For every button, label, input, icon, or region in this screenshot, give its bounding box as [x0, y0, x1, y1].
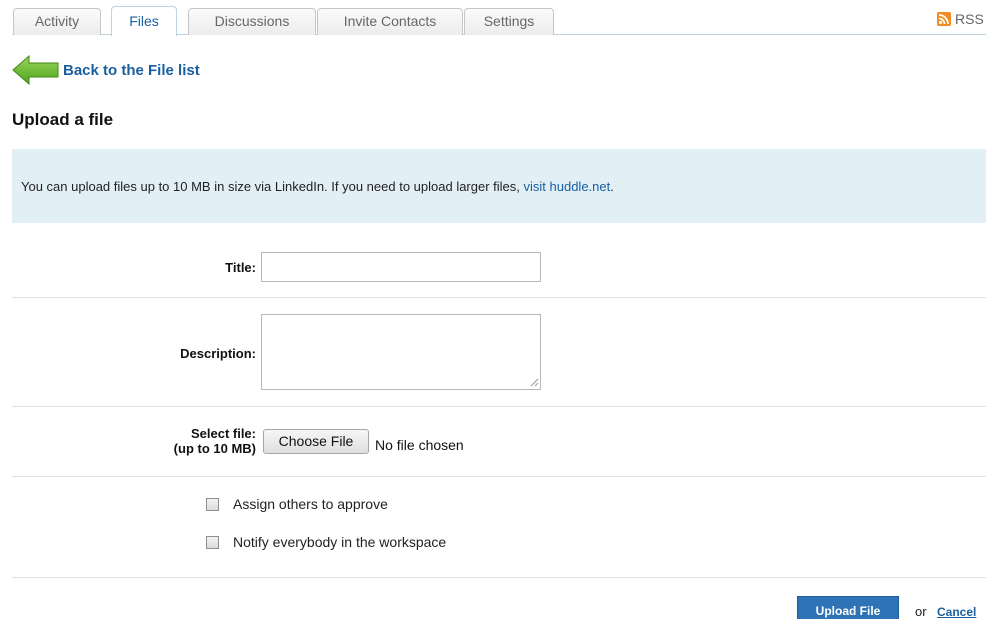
tab-bar: Activity Files Discussions Invite Contac… — [12, 0, 986, 36]
back-link-label: Back to the File list — [63, 61, 200, 79]
info-banner: You can upload files up to 10 MB in size… — [12, 149, 986, 223]
divider — [12, 577, 986, 578]
back-to-file-list-link[interactable]: Back to the File list — [12, 55, 200, 85]
choose-file-button[interactable]: Choose File — [263, 429, 369, 454]
assign-approve-option[interactable]: Assign others to approve — [206, 496, 388, 512]
description-textarea[interactable] — [261, 314, 541, 390]
rss-link[interactable]: RSS — [937, 11, 984, 27]
assign-approve-label: Assign others to approve — [233, 496, 388, 512]
select-file-label-line2: (up to 10 MB) — [173, 441, 256, 456]
title-input[interactable] — [261, 252, 541, 282]
tab-invite-contacts[interactable]: Invite Contacts — [317, 8, 463, 35]
divider — [12, 406, 986, 407]
notify-everybody-option[interactable]: Notify everybody in the workspace — [206, 534, 446, 550]
select-file-label-line1: Select file: — [190, 426, 256, 441]
info-suffix: . — [610, 178, 614, 194]
divider — [12, 297, 986, 298]
assign-approve-checkbox[interactable] — [206, 497, 219, 511]
tab-files[interactable]: Files — [111, 6, 177, 36]
tab-discussions[interactable]: Discussions — [188, 8, 316, 35]
visit-huddle-link[interactable]: visit huddle.net — [524, 179, 611, 194]
select-file-label: Select file: (up to 10 MB) — [140, 426, 256, 456]
title-label: Title: — [225, 260, 256, 275]
file-status-text: No file chosen — [375, 437, 464, 453]
page-title: Upload a file — [12, 110, 114, 129]
cancel-link[interactable]: Cancel — [937, 605, 976, 619]
rss-icon — [937, 12, 951, 26]
divider — [12, 476, 986, 477]
description-label: Description: — [180, 346, 256, 361]
tab-settings[interactable]: Settings — [464, 8, 554, 35]
info-text: You can upload files up to 10 MB in size… — [21, 179, 614, 194]
notify-everybody-checkbox[interactable] — [206, 535, 219, 549]
rss-label: RSS — [955, 11, 984, 27]
info-message: You can upload files up to 10 MB in size… — [21, 178, 524, 194]
resize-grip-icon[interactable] — [529, 377, 539, 387]
upload-file-button[interactable]: Upload File — [797, 596, 899, 619]
or-text: or — [915, 604, 927, 619]
back-arrow-icon — [12, 55, 59, 85]
tab-activity[interactable]: Activity — [13, 8, 101, 35]
notify-everybody-label: Notify everybody in the workspace — [233, 534, 447, 550]
